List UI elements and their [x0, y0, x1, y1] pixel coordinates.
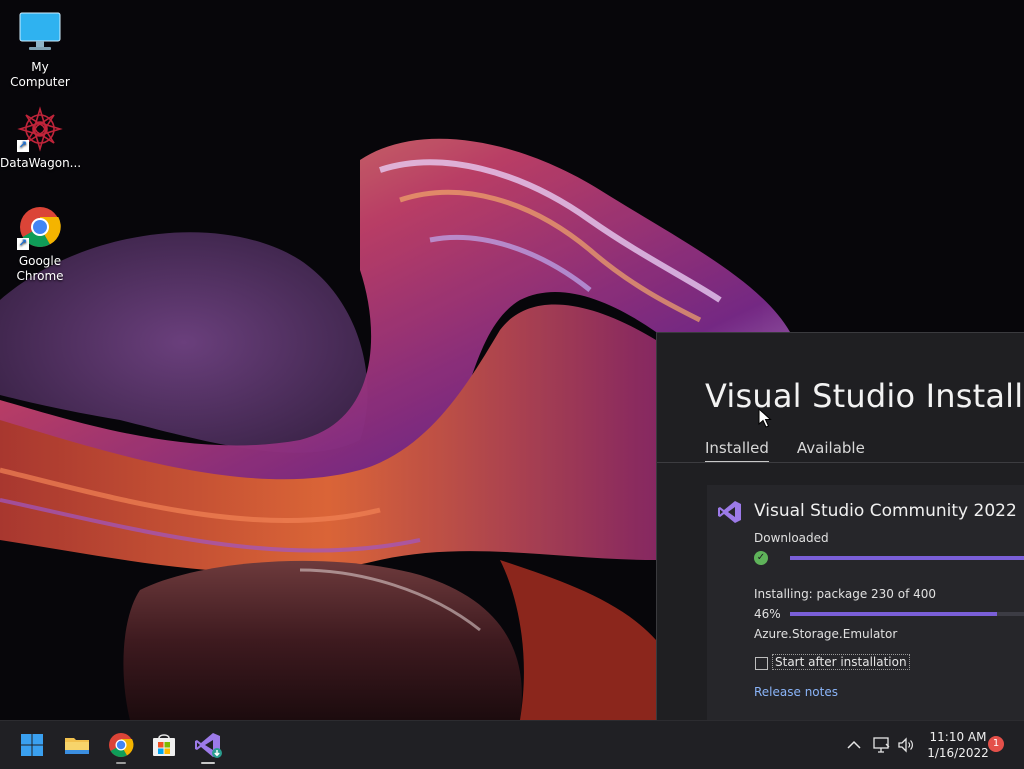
install-progress-bar [790, 612, 1024, 616]
taskbar-chrome[interactable] [105, 729, 137, 764]
running-indicator [116, 762, 126, 764]
shortcut-arrow-icon: ↗ [17, 140, 29, 152]
download-progress-fill [790, 556, 1024, 560]
taskbar-file-explorer[interactable] [61, 729, 93, 761]
windows-start-icon [21, 734, 43, 756]
start-button[interactable] [16, 729, 48, 761]
file-explorer-icon [65, 738, 89, 754]
shortcut-arrow-icon: ↗ [17, 238, 29, 250]
show-hidden-icons-button[interactable] [844, 735, 864, 755]
product-name: Visual Studio Community 2022 [754, 501, 1017, 521]
microsoft-store-icon [153, 734, 175, 756]
speaker-icon [898, 737, 913, 753]
visual-studio-installer-window: Visual Studio Installer Installed Availa… [656, 332, 1024, 721]
volume-control[interactable] [896, 735, 916, 755]
installer-tabs: Installed Available [705, 439, 865, 463]
tab-installed[interactable]: Installed [705, 439, 769, 463]
chevron-up-icon [847, 740, 861, 749]
mandala-logo-icon: ↗ [17, 106, 63, 152]
current-package: Azure.Storage.Emulator [754, 627, 898, 641]
product-card: Visual Studio Community 2022 Downloaded … [707, 485, 1024, 721]
download-status: Downloaded [754, 531, 829, 545]
tab-available[interactable]: Available [797, 439, 865, 463]
download-progress-bar [790, 556, 1024, 560]
visual-studio-logo-icon [718, 501, 741, 523]
install-percent: 46% [754, 607, 781, 621]
desktop-icon-google-chrome[interactable]: ↗ Google Chrome [0, 204, 80, 284]
desktop-icon-datawagon[interactable]: ↗ DataWagon... [0, 106, 82, 171]
desktop-icon-label: My Computer [10, 60, 70, 89]
clock-date: 1/16/2022 [927, 746, 989, 760]
desktop-icon-label: DataWagon... [0, 156, 82, 170]
install-status: Installing: package 230 of 400 [754, 587, 937, 601]
running-indicator [201, 762, 215, 764]
monitor-icon [17, 10, 63, 56]
network-status[interactable] [871, 735, 891, 755]
start-after-installation-label[interactable]: Start after installation [772, 654, 910, 670]
mouse-cursor-icon [758, 408, 772, 428]
taskbar-microsoft-store[interactable] [148, 729, 180, 761]
release-notes-link[interactable]: Release notes [754, 685, 838, 699]
taskbar-visual-studio-installer[interactable] [192, 729, 224, 764]
installer-title: Visual Studio Installer [705, 377, 1024, 415]
chrome-icon [109, 733, 134, 758]
desktop-icon-my-computer[interactable]: My Computer [0, 10, 80, 90]
visual-studio-installer-icon [195, 733, 222, 758]
check-icon: ✓ [754, 551, 768, 565]
tab-divider [657, 462, 1024, 463]
network-icon [873, 737, 890, 753]
start-after-installation-checkbox[interactable] [755, 657, 768, 670]
desktop-icon-label: Google Chrome [16, 254, 64, 283]
install-progress-fill [790, 612, 997, 616]
chrome-icon: ↗ [17, 204, 63, 250]
notification-badge[interactable]: 1 [988, 736, 1004, 752]
taskbar: 11:10 AM 1/16/2022 [0, 720, 1024, 769]
